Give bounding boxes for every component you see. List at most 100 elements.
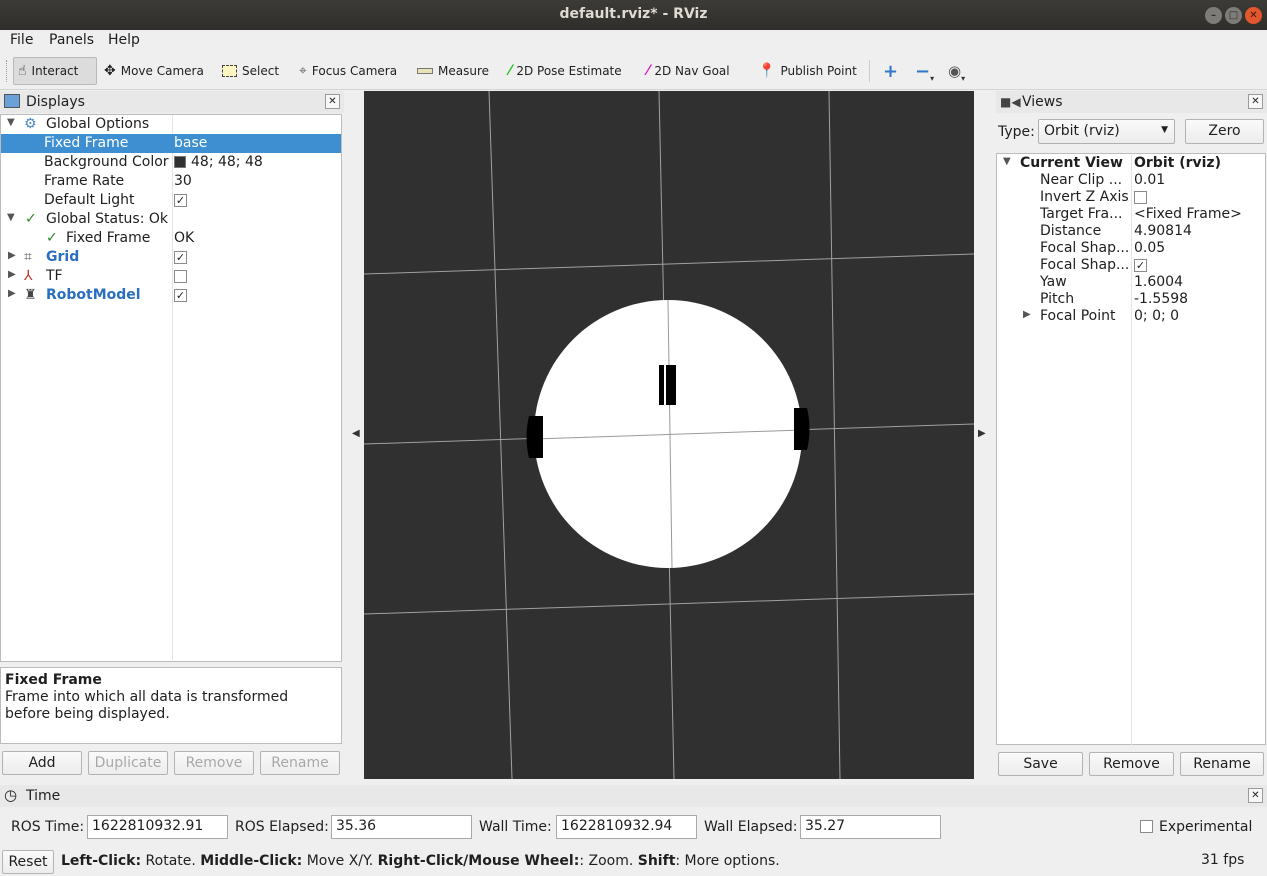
duplicate-button[interactable]: Duplicate	[88, 751, 168, 775]
experimental-checkbox[interactable]	[1140, 820, 1153, 833]
frame-rate-value[interactable]: 30	[174, 173, 192, 189]
property-description: Fixed Frame Frame into which all data is…	[0, 667, 342, 744]
tree-row-current-view[interactable]: ▼ Current View Orbit (rviz)	[997, 155, 1265, 172]
distance-value[interactable]: 4.90814	[1134, 223, 1192, 239]
tree-row-status-fixed-frame[interactable]: ✓ Fixed Frame OK	[1, 229, 341, 248]
crosshair-icon: ⌖	[299, 63, 307, 79]
publish-point-button[interactable]: 📍 Publish Point	[754, 57, 861, 85]
close-icon[interactable]: ✕	[325, 94, 340, 109]
views-tree[interactable]: ▼ Current View Orbit (rviz) Near Clip ..…	[996, 153, 1266, 745]
frame-rate-label: Frame Rate	[44, 173, 125, 189]
collapse-left-icon[interactable]: ◀	[352, 428, 360, 439]
menu-panels[interactable]: Panels	[49, 32, 94, 48]
hint-left-click-desc: Rotate.	[141, 853, 201, 869]
ros-elapsed-field[interactable]: 35.36	[331, 815, 472, 839]
tree-row-frame-rate[interactable]: Frame Rate 30	[1, 172, 341, 191]
interact-button[interactable]: ☝ Interact	[13, 57, 97, 85]
tree-row-near-clip[interactable]: Near Clip ... 0.01	[997, 172, 1265, 189]
grid-checkbox[interactable]: ✓	[174, 250, 187, 264]
scene-canvas[interactable]	[364, 91, 974, 779]
tree-row-pitch[interactable]: Pitch -1.5598	[997, 291, 1265, 308]
view-type-select[interactable]: Orbit (rviz) ▼	[1038, 119, 1175, 144]
tree-row-target-frame[interactable]: Target Fra... <Fixed Frame>	[997, 206, 1265, 223]
time-title: Time	[26, 788, 61, 804]
close-icon[interactable]: ✕	[1248, 788, 1263, 803]
pose-estimate-button[interactable]: ⁄ 2D Pose Estimate	[505, 57, 626, 85]
focal-shape-fixed-checkbox[interactable]: ✓	[1134, 258, 1147, 272]
close-icon[interactable]: ✕	[1245, 7, 1262, 24]
background-color-value[interactable]: 48; 48; 48	[174, 154, 263, 170]
fixed-frame-value[interactable]: base	[174, 135, 207, 151]
ruler-icon	[417, 68, 433, 74]
tree-row-tf[interactable]: ▶ ⅄ TF	[1, 267, 341, 286]
expand-right-icon[interactable]: ▶	[8, 269, 16, 280]
displays-tree[interactable]: ▼ ⚙ Global Options Fixed Frame base Back…	[0, 114, 342, 662]
ros-elapsed-label: ROS Elapsed:	[235, 819, 329, 835]
eye-icon[interactable]: ◉ ▾	[944, 57, 969, 85]
expand-down-icon[interactable]: ▼	[1003, 156, 1011, 167]
expand-down-icon[interactable]: ▼	[7, 212, 15, 223]
tree-row-fixed-frame[interactable]: Fixed Frame base	[1, 134, 341, 153]
tree-row-robot-model[interactable]: ▶ ♜ RobotModel ✓	[1, 286, 341, 305]
collapse-right-icon[interactable]: ▶	[978, 428, 986, 439]
tree-row-default-light[interactable]: Default Light ✓	[1, 191, 341, 210]
yaw-value[interactable]: 1.6004	[1134, 274, 1183, 290]
tree-row-focal-point[interactable]: ▶ Focal Point 0; 0; 0	[997, 308, 1265, 325]
move-camera-button[interactable]: ✥ Move Camera	[100, 57, 208, 85]
expand-right-icon[interactable]: ▶	[8, 250, 16, 261]
measure-button[interactable]: Measure	[413, 57, 493, 85]
target-frame-value[interactable]: <Fixed Frame>	[1134, 206, 1242, 222]
yaw-label: Yaw	[1040, 274, 1067, 290]
nav-goal-button[interactable]: ⁄ 2D Nav Goal	[643, 57, 734, 85]
ros-time-field[interactable]: 1622810932.91	[87, 815, 228, 839]
tree-row-focal-shape-fixed[interactable]: Focal Shap... ✓	[997, 257, 1265, 274]
focal-point-value[interactable]: 0; 0; 0	[1134, 308, 1179, 324]
caster-block	[659, 365, 676, 405]
tree-row-invert-z[interactable]: Invert Z Axis	[997, 189, 1265, 206]
focal-shape-size-value[interactable]: 0.05	[1134, 240, 1165, 256]
grid-line	[364, 593, 974, 615]
rename-display-button[interactable]: Rename	[260, 751, 340, 775]
close-icon[interactable]: ✕	[1248, 94, 1263, 109]
focus-camera-button[interactable]: ⌖ Focus Camera	[295, 57, 401, 85]
robot-model-checkbox[interactable]: ✓	[174, 288, 187, 302]
near-clip-value[interactable]: 0.01	[1134, 172, 1165, 188]
tree-row-global-options[interactable]: ▼ ⚙ Global Options	[1, 115, 341, 134]
tree-row-global-status[interactable]: ▼ ✓ Global Status: Ok	[1, 210, 341, 229]
pitch-value[interactable]: -1.5598	[1134, 291, 1188, 307]
save-view-button[interactable]: Save	[998, 752, 1083, 776]
tree-row-distance[interactable]: Distance 4.90814	[997, 223, 1265, 240]
reset-button[interactable]: Reset	[2, 850, 54, 874]
toolbar-grip[interactable]	[6, 60, 8, 82]
views-header: ■◀ Views ✕	[996, 91, 1267, 113]
rename-view-button[interactable]: Rename	[1180, 752, 1264, 776]
render-viewport[interactable]	[364, 91, 974, 779]
tree-row-yaw[interactable]: Yaw 1.6004	[997, 274, 1265, 291]
window-titlebar: default.rviz* - RViz – □ ✕	[0, 0, 1267, 30]
tree-row-focal-shape-size[interactable]: Focal Shap... 0.05	[997, 240, 1265, 257]
minimize-icon[interactable]: –	[1205, 7, 1222, 24]
camera-icon: ■◀	[1000, 95, 1021, 109]
remove-display-button[interactable]: Remove	[174, 751, 254, 775]
add-tool-icon[interactable]: +	[879, 57, 902, 85]
zero-button[interactable]: Zero	[1185, 119, 1264, 144]
focal-shape-fixed-label: Focal Shap...	[1040, 257, 1130, 273]
select-button[interactable]: Select	[218, 57, 283, 85]
expand-right-icon[interactable]: ▶	[8, 288, 16, 299]
tree-row-grid[interactable]: ▶ ⌗ Grid ✓	[1, 248, 341, 267]
expand-down-icon[interactable]: ▼	[7, 117, 15, 128]
tf-checkbox[interactable]	[174, 269, 187, 283]
menu-help[interactable]: Help	[108, 32, 140, 48]
add-button[interactable]: Add	[2, 751, 82, 775]
wall-elapsed-field[interactable]: 35.27	[800, 815, 941, 839]
menu-file[interactable]: File	[10, 32, 33, 48]
maximize-icon[interactable]: □	[1225, 7, 1242, 24]
remove-tool-icon[interactable]: − ▾	[911, 57, 938, 85]
invert-z-checkbox[interactable]	[1134, 190, 1147, 204]
remove-view-button[interactable]: Remove	[1089, 752, 1174, 776]
wall-time-field[interactable]: 1622810932.94	[556, 815, 697, 839]
expand-right-icon[interactable]: ▶	[1023, 309, 1031, 320]
default-light-checkbox[interactable]: ✓	[174, 193, 187, 207]
map-pin-icon: 📍	[758, 63, 776, 79]
tree-row-background-color[interactable]: Background Color 48; 48; 48	[1, 153, 341, 172]
